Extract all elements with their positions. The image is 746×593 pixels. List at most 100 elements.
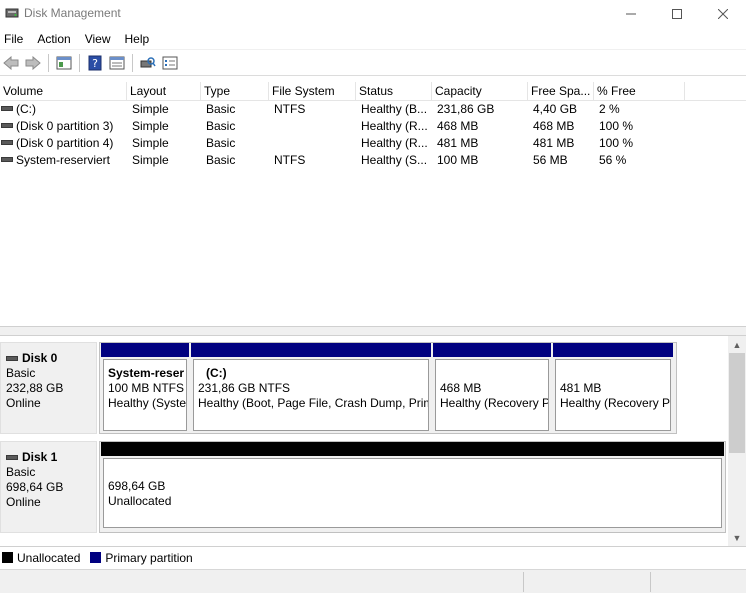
partition-title: System-reser [108, 366, 185, 380]
scroll-up-arrow-icon[interactable]: ▲ [728, 336, 746, 353]
partition-unallocated[interactable]: 698,64 GB Unallocated [101, 442, 724, 532]
menu-file[interactable]: File [0, 32, 30, 46]
partition-status: Healthy (Recovery P [440, 396, 549, 410]
console-tree-icon[interactable] [53, 52, 75, 74]
disk-type: Basic [6, 465, 36, 479]
disk-1-partitions: 698,64 GB Unallocated [99, 441, 726, 533]
unallocated-partition-bar [101, 442, 724, 456]
column-header-layout[interactable]: Layout [127, 82, 201, 101]
disk-graphical-view: Disk 0 Basic 232,88 GB Online System-res… [0, 336, 746, 546]
percent-free-cell: 100 % [599, 136, 634, 150]
partition-disk-0-4[interactable]: 481 MB Healthy (Recovery P [553, 343, 673, 433]
disk-size: 232,88 GB [6, 381, 64, 395]
partition-size: 481 MB [560, 381, 602, 395]
file-system-cell: NTFS [274, 102, 306, 116]
type-cell: Basic [206, 153, 236, 167]
file-system-cell [269, 118, 356, 135]
partition-status: Healthy (Boot, Page File, Crash Dump, Pr… [198, 396, 429, 410]
help-icon[interactable]: ? [84, 52, 106, 74]
column-header-status[interactable]: Status [356, 82, 432, 101]
menu-help[interactable]: Help [118, 32, 157, 46]
capacity-cell: 231,86 GB [437, 102, 495, 116]
pane-splitter[interactable] [0, 326, 746, 336]
volume-list-header: Volume Layout Type File System Status Ca… [0, 82, 746, 101]
percent-free-cell: 56 % [599, 153, 627, 167]
vertical-scrollbar[interactable]: ▲ ▼ [728, 336, 746, 546]
layout-cell: Simple [132, 153, 169, 167]
legend-primary-partition: Primary partition [105, 550, 193, 565]
close-button[interactable] [700, 0, 746, 27]
disk-management-app-icon [5, 6, 19, 20]
menu-bar: File Action View Help [0, 28, 746, 50]
primary-partition-bar [101, 343, 189, 357]
disk-state: Online [6, 495, 41, 509]
layout-cell: Simple [132, 102, 169, 116]
window-title: Disk Management [24, 6, 121, 20]
disk-size: 698,64 GB [6, 480, 64, 494]
scroll-thumb[interactable] [729, 353, 745, 453]
table-row[interactable]: System-reserviert Simple Basic NTFS Heal… [0, 152, 746, 169]
disk-icon [6, 356, 18, 361]
type-cell: Basic [206, 136, 236, 150]
partition-c[interactable]: (C:) 231,86 GB NTFS Healthy (Boot, Page … [191, 343, 431, 433]
volume-list: Volume Layout Type File System Status Ca… [0, 82, 746, 326]
partition-disk-0-3[interactable]: 468 MB Healthy (Recovery P [433, 343, 551, 433]
disk-name: Disk 1 [22, 450, 58, 464]
status-cell: Healthy (S... [361, 153, 428, 167]
volume-name: System-reserviert [16, 153, 111, 167]
properties-icon[interactable] [106, 52, 128, 74]
volume-name: (Disk 0 partition 4) [16, 136, 114, 150]
partition-status: Unallocated [108, 494, 172, 508]
column-header-percent-free[interactable]: % Free [594, 82, 685, 101]
partition-system-reserved[interactable]: System-reser 100 MB NTFS Healthy (Syste [101, 343, 189, 433]
unallocated-swatch [2, 552, 13, 563]
disk-0-label[interactable]: Disk 0 Basic 232,88 GB Online [0, 342, 97, 434]
table-row[interactable]: (C:) Simple Basic NTFS Healthy (B... 231… [0, 101, 746, 118]
table-row[interactable]: (Disk 0 partition 3) Simple Basic Health… [0, 118, 746, 135]
percent-free-cell: 2 % [599, 102, 620, 116]
title-bar: Disk Management [0, 0, 746, 27]
column-header-file-system[interactable]: File System [269, 82, 356, 101]
volume-icon [1, 106, 13, 112]
primary-partition-bar [553, 343, 673, 357]
status-separator [523, 572, 524, 592]
scroll-down-arrow-icon[interactable]: ▼ [728, 529, 746, 546]
forward-icon[interactable] [22, 52, 44, 74]
back-icon[interactable] [0, 52, 22, 74]
legend-unallocated: Unallocated [17, 550, 81, 565]
primary-partition-bar [433, 343, 551, 357]
disk-name: Disk 0 [22, 351, 58, 365]
table-row[interactable]: (Disk 0 partition 4) Simple Basic Health… [0, 135, 746, 152]
disk-1-row: Disk 1 Basic 698,64 GB Online 698,64 GB … [0, 441, 728, 533]
partition-status: Healthy (Recovery P [560, 396, 671, 410]
type-cell: Basic [206, 119, 236, 133]
capacity-cell: 100 MB [437, 153, 479, 167]
disk-1-label[interactable]: Disk 1 Basic 698,64 GB Online [0, 441, 97, 533]
primary-partition-bar [191, 343, 431, 357]
toolbar: ? [0, 51, 746, 76]
free-space-cell: 56 MB [533, 153, 568, 167]
primary-partition-swatch [90, 552, 102, 563]
column-header-volume[interactable]: Volume [0, 82, 127, 101]
rescan-icon[interactable] [137, 52, 159, 74]
free-space-cell: 4,40 GB [533, 102, 578, 116]
settings-icon[interactable] [159, 52, 181, 74]
free-space-cell: 481 MB [533, 136, 575, 150]
toolbar-separator [48, 54, 49, 72]
status-cell: Healthy (R... [361, 136, 428, 150]
maximize-button[interactable] [654, 0, 700, 27]
menu-action[interactable]: Action [30, 32, 77, 46]
partition-size: 698,64 GB [108, 479, 166, 493]
column-header-capacity[interactable]: Capacity [432, 82, 528, 101]
file-system-cell [269, 135, 356, 152]
column-header-free-space[interactable]: Free Spa... [528, 82, 594, 101]
minimize-button[interactable] [608, 0, 654, 27]
svg-text:?: ? [92, 57, 98, 70]
menu-view[interactable]: View [78, 32, 118, 46]
column-header-type[interactable]: Type [201, 82, 269, 101]
status-separator [650, 572, 651, 592]
volume-icon [1, 123, 13, 129]
partition-status: Healthy (Syste [108, 396, 187, 410]
percent-free-cell: 100 % [599, 119, 634, 133]
volume-icon [1, 140, 13, 146]
